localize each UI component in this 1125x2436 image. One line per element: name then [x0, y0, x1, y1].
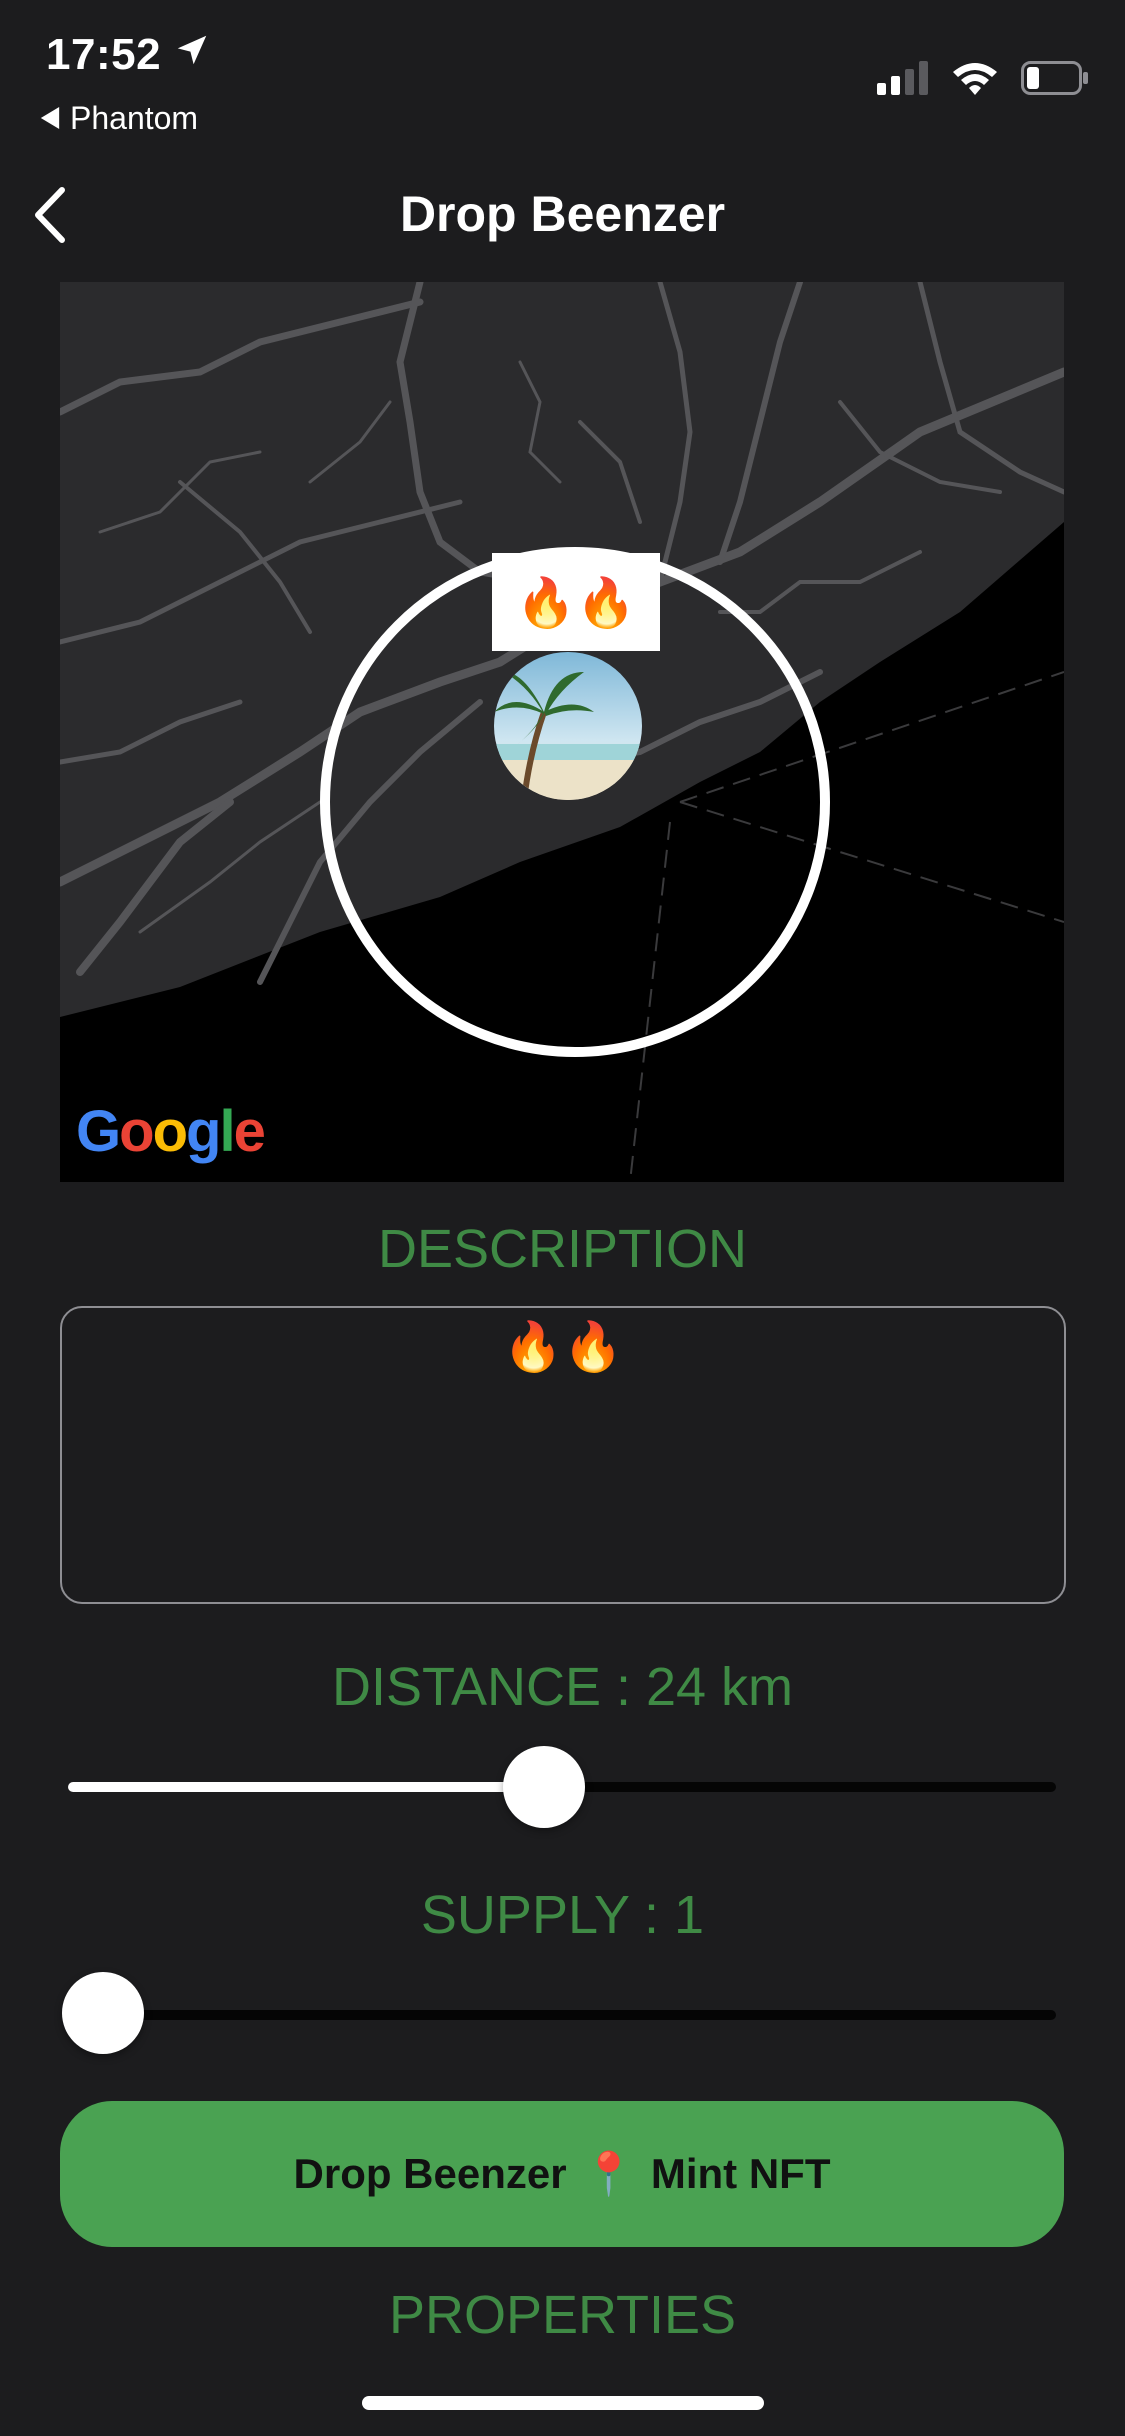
battery-icon — [1021, 61, 1089, 100]
distance-slider-fill — [68, 1782, 544, 1792]
status-time: 17:52 — [46, 30, 211, 80]
drop-mint-button[interactable]: Drop Beenzer 📍 Mint NFT — [60, 2101, 1064, 2247]
back-app-label: Phantom — [70, 100, 199, 136]
description-label: DESCRIPTION — [377, 1219, 748, 1279]
distance-slider-thumb[interactable] — [502, 1746, 585, 1828]
supply-slider-track[interactable] — [68, 2010, 1056, 2020]
status-time-text: 17:52 — [46, 30, 162, 79]
status-icons — [877, 60, 1089, 101]
description-text: 🔥🔥 — [503, 1321, 623, 1374]
google-logo: Google — [76, 1099, 266, 1164]
location-arrow-icon — [173, 30, 211, 80]
back-triangle-icon — [40, 100, 60, 137]
properties-label: PROPERTIES — [388, 2285, 737, 2345]
supply-slider-thumb[interactable] — [62, 1972, 144, 2054]
mint-button-left-text: Drop Beenzer — [293, 2150, 567, 2197]
supply-label: SUPPLY : 1 — [420, 1885, 705, 1945]
wifi-icon — [951, 60, 999, 101]
nft-thumbnail[interactable] — [494, 652, 642, 800]
page-title: Drop Beenzer — [399, 186, 726, 242]
map-pin-icon: 📍 — [582, 2149, 635, 2197]
marker-label-text: 🔥🔥 — [516, 576, 636, 630]
palm-beach-image — [494, 652, 642, 800]
back-to-app-link[interactable]: Phantom — [40, 100, 198, 137]
home-indicator[interactable] — [362, 2396, 764, 2410]
mint-button-right-text: Mint NFT — [650, 2150, 831, 2197]
distance-label: DISTANCE : 24 km — [331, 1657, 794, 1717]
map-marker-label[interactable]: 🔥🔥 — [492, 553, 660, 651]
signal-icon — [877, 61, 929, 100]
